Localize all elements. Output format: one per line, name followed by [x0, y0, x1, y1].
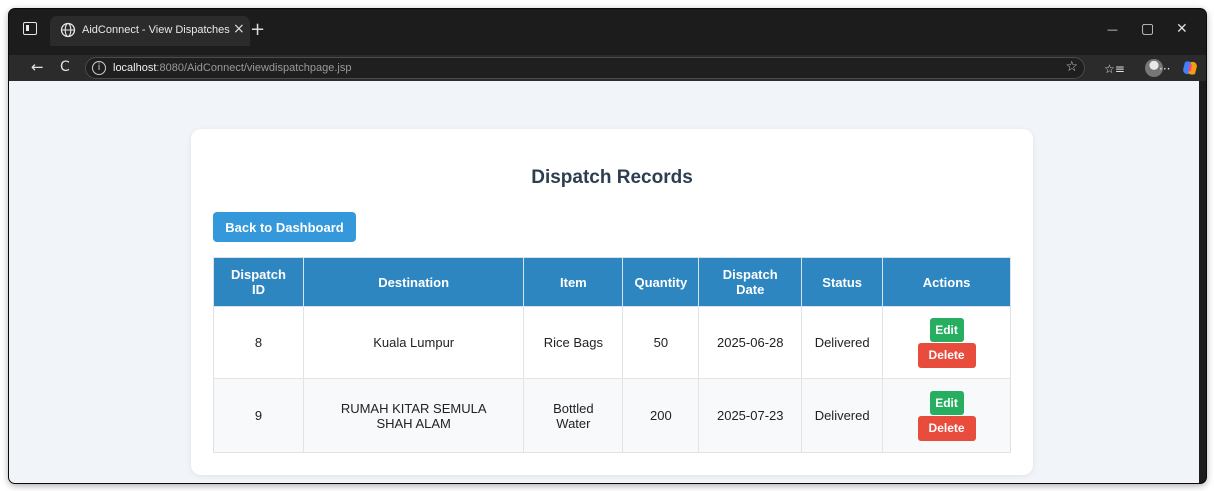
header-dispatch-date-line1: Dispatch: [722, 267, 778, 282]
cell-status: Delivered: [801, 306, 884, 379]
info-icon[interactable]: i: [92, 61, 106, 75]
header-dispatch-id-line1: Dispatch: [231, 267, 286, 282]
browser-window: AidConnect - View Dispatches × + — ▢ ✕ ←…: [9, 9, 1206, 483]
url-host: localhost: [113, 62, 157, 74]
more-options-icon[interactable]: ···: [1159, 60, 1170, 78]
header-actions: Actions: [882, 257, 1011, 307]
header-dispatch-id-line2: ID: [251, 282, 265, 297]
back-arrow-icon[interactable]: ←: [31, 58, 44, 76]
cell-actions: Edit Delete: [882, 378, 1011, 453]
cell-destination: Kuala Lumpur: [302, 306, 525, 379]
delete-button[interactable]: Delete: [917, 415, 976, 441]
cell-actions: Edit Delete: [882, 306, 1011, 379]
header-dispatch-date-line2: Date: [736, 282, 765, 297]
page-title: Dispatch Records: [531, 167, 693, 188]
tab-strip: AidConnect - View Dispatches × + — ▢ ✕: [9, 9, 1206, 55]
refresh-icon[interactable]: C: [60, 58, 70, 76]
dispatch-table: Dispatch ID Destination Item Quantity Di…: [213, 257, 1011, 453]
url-text: localhost:8080/AidConnect/viewdispatchpa…: [113, 62, 352, 74]
browser-toolbar: ← C i localhost:8080/AidConnect/viewdisp…: [9, 55, 1206, 81]
cell-dispatch-id: 8: [213, 306, 304, 379]
page-viewport: Dispatch Records Back to Dashboard Dispa…: [9, 81, 1199, 483]
url-path: :8080/AidConnect/viewdispatchpage.jsp: [156, 62, 352, 74]
favorite-star-icon[interactable]: ☆: [1065, 59, 1078, 75]
cell-item: Rice Bags: [523, 306, 624, 379]
header-item: Item: [523, 257, 624, 307]
delete-button[interactable]: Delete: [917, 342, 976, 368]
header-dispatch-id: Dispatch ID: [213, 257, 304, 307]
content-card: Dispatch Records Back to Dashboard Dispa…: [191, 129, 1033, 475]
table-row: 9 RUMAH KITAR SEMULA SHAH ALAM Bottled W…: [213, 378, 1011, 453]
tab-close-icon[interactable]: ×: [233, 21, 245, 37]
cell-dispatch-id: 9: [213, 378, 304, 453]
tab-title: AidConnect - View Dispatches: [82, 24, 230, 36]
cell-status: Delivered: [801, 378, 884, 453]
cell-destination: RUMAH KITAR SEMULA SHAH ALAM: [302, 378, 525, 453]
cell-quantity: 50: [622, 306, 700, 379]
edit-button[interactable]: Edit: [929, 317, 964, 342]
copilot-icon[interactable]: [1181, 59, 1199, 77]
tab-aidconnect[interactable]: AidConnect - View Dispatches ×: [50, 16, 250, 46]
maximize-icon[interactable]: ▢: [1141, 21, 1154, 37]
edit-button[interactable]: Edit: [929, 390, 964, 415]
favorites-icon[interactable]: ☆≡: [1104, 60, 1125, 78]
tab-actions-icon[interactable]: [23, 22, 37, 35]
close-window-icon[interactable]: ✕: [1176, 21, 1188, 37]
minimize-icon[interactable]: —: [1107, 23, 1118, 36]
table-row: 8 Kuala Lumpur Rice Bags 50 2025-06-28 D…: [213, 306, 1011, 379]
header-status: Status: [801, 257, 884, 307]
header-destination: Destination: [302, 257, 525, 307]
cell-dispatch-date: 2025-06-28: [698, 306, 803, 379]
table-header-row: Dispatch ID Destination Item Quantity Di…: [213, 257, 1011, 307]
back-to-dashboard-button[interactable]: Back to Dashboard: [213, 212, 356, 242]
cell-item: Bottled Water: [523, 378, 624, 453]
header-quantity: Quantity: [622, 257, 700, 307]
new-tab-icon[interactable]: +: [250, 21, 265, 39]
cell-quantity: 200: [622, 378, 700, 453]
cell-dispatch-date: 2025-07-23: [698, 378, 803, 453]
address-bar[interactable]: i localhost:8080/AidConnect/viewdispatch…: [85, 57, 1085, 79]
header-dispatch-date: Dispatch Date: [698, 257, 803, 307]
globe-icon: [60, 22, 76, 38]
